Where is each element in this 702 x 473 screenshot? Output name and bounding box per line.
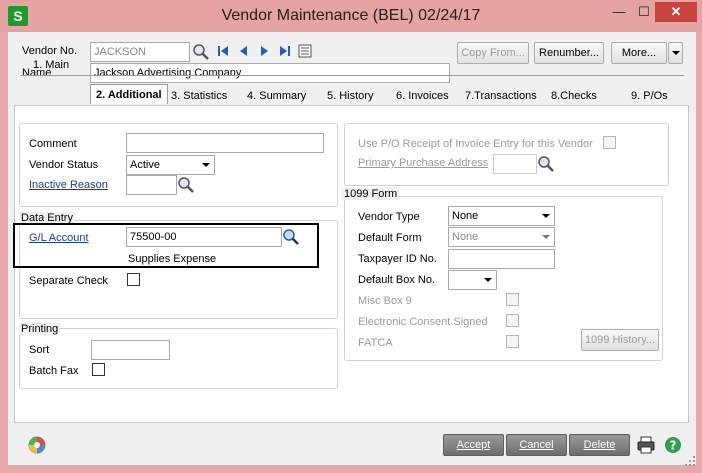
vendor-status-select[interactable]: Active (126, 155, 215, 175)
copy-from-button[interactable]: Copy From... (457, 42, 529, 64)
gl-account-link[interactable]: G/L Account (29, 232, 89, 244)
default-form-value: None (452, 231, 479, 243)
tab-additional[interactable]: 2. Additional (90, 84, 168, 104)
help-question-icon[interactable]: ? (664, 436, 682, 454)
tab-checks[interactable]: 8.Checks (551, 86, 597, 106)
fatca-label: FATCA (358, 337, 393, 349)
tab-statistics[interactable]: 3. Statistics (171, 86, 227, 106)
tab-transactions[interactable]: 7.Transactions (465, 86, 537, 106)
lookup-search-icon[interactable] (192, 43, 210, 61)
gl-account-description: Supplies Expense (128, 253, 217, 265)
tab-summary[interactable]: 4. Summary (247, 86, 306, 106)
svg-text:?: ? (670, 439, 677, 453)
fatca-checkbox[interactable] (506, 335, 519, 348)
vendor-no-input[interactable]: JACKSON (90, 42, 190, 62)
electronic-consent-label: Electronic Consent Signed (358, 316, 488, 328)
primary-purchase-search-icon[interactable] (537, 155, 555, 173)
gl-account-input[interactable]: 75500-00 (126, 227, 282, 247)
more-button[interactable]: More... (611, 42, 667, 64)
chevron-down-icon (484, 278, 492, 282)
first-record-icon[interactable] (216, 44, 230, 58)
printer-icon[interactable] (636, 435, 656, 455)
vendor-type-select[interactable]: None (448, 206, 555, 226)
window-title: Vendor Maintenance (BEL) 02/24/17 (221, 7, 481, 24)
next-record-icon[interactable] (258, 44, 272, 58)
vendor-status-value: Active (130, 159, 160, 171)
renumber-button[interactable]: Renumber... (534, 42, 604, 64)
electronic-consent-checkbox[interactable] (506, 314, 519, 327)
misc-box9-label: Misc Box 9 (358, 295, 412, 307)
vendor-status-label: Vendor Status (29, 159, 99, 171)
inactive-reason-search-icon[interactable] (177, 176, 195, 194)
tab-pos[interactable]: 9. P/Os (631, 86, 668, 106)
chevron-down-icon (542, 235, 550, 239)
primary-purchase-link[interactable]: Primary Purchase Address (358, 157, 488, 169)
default-box-select[interactable] (448, 270, 497, 290)
use-po-receipt-label: Use P/O Receipt of Invoice Entry for thi… (358, 138, 593, 150)
accept-button[interactable]: Accept (443, 434, 504, 456)
sort-input[interactable] (91, 340, 170, 360)
comment-input[interactable] (126, 133, 324, 153)
last-record-icon[interactable] (278, 44, 292, 58)
cancel-button[interactable]: Cancel (506, 434, 567, 456)
tab-invoices[interactable]: 6. Invoices (396, 86, 449, 106)
batch-fax-label: Batch Fax (29, 365, 79, 377)
previous-record-icon[interactable] (236, 44, 250, 58)
close-window-button[interactable]: ✕ (655, 2, 697, 22)
default-form-label: Default Form (358, 232, 422, 244)
form1099-history-button[interactable]: 1099 History... (581, 329, 659, 351)
comment-label: Comment (29, 138, 77, 150)
inactive-reason-link[interactable]: Inactive Reason (29, 179, 108, 191)
minimize-button[interactable]: — (606, 2, 632, 22)
chevron-down-icon (672, 51, 680, 55)
primary-purchase-input[interactable] (493, 154, 537, 174)
tab-main[interactable]: 1. Main (33, 55, 69, 75)
misc-box9-checkbox[interactable] (506, 293, 519, 306)
printing-group (19, 328, 338, 389)
default-box-label: Default Box No. (358, 274, 436, 286)
tab-strip-line (20, 75, 684, 76)
taxpayer-id-input[interactable] (448, 249, 555, 269)
default-form-select[interactable]: None (448, 227, 555, 247)
chevron-down-icon (202, 163, 210, 167)
more-dropdown-button[interactable] (668, 42, 683, 64)
maximize-button[interactable]: ☐ (634, 2, 654, 22)
resize-grip-icon[interactable] (684, 455, 696, 467)
use-po-receipt-checkbox[interactable] (603, 136, 616, 149)
list-icon[interactable] (298, 44, 312, 58)
help-wheel-icon[interactable] (28, 436, 46, 454)
taxpayer-id-label: Taxpayer ID No. (358, 253, 437, 265)
vendor-type-value: None (452, 210, 479, 222)
printing-title: Printing (19, 323, 61, 335)
separate-check-label: Separate Check (29, 275, 108, 287)
separate-check-checkbox[interactable] (127, 273, 140, 286)
tab-history[interactable]: 5. History (327, 86, 373, 106)
vendor-type-label: Vendor Type (358, 211, 420, 223)
delete-button[interactable]: Delete (569, 434, 630, 456)
name-input[interactable]: Jackson Advertising Company (90, 63, 450, 83)
chevron-down-icon (542, 214, 550, 218)
batch-fax-checkbox[interactable] (92, 363, 105, 376)
inactive-reason-input[interactable] (126, 175, 177, 195)
sort-label: Sort (29, 344, 50, 356)
form1099-title: 1099 Form (342, 188, 400, 200)
gl-account-search-icon[interactable] (282, 228, 300, 246)
